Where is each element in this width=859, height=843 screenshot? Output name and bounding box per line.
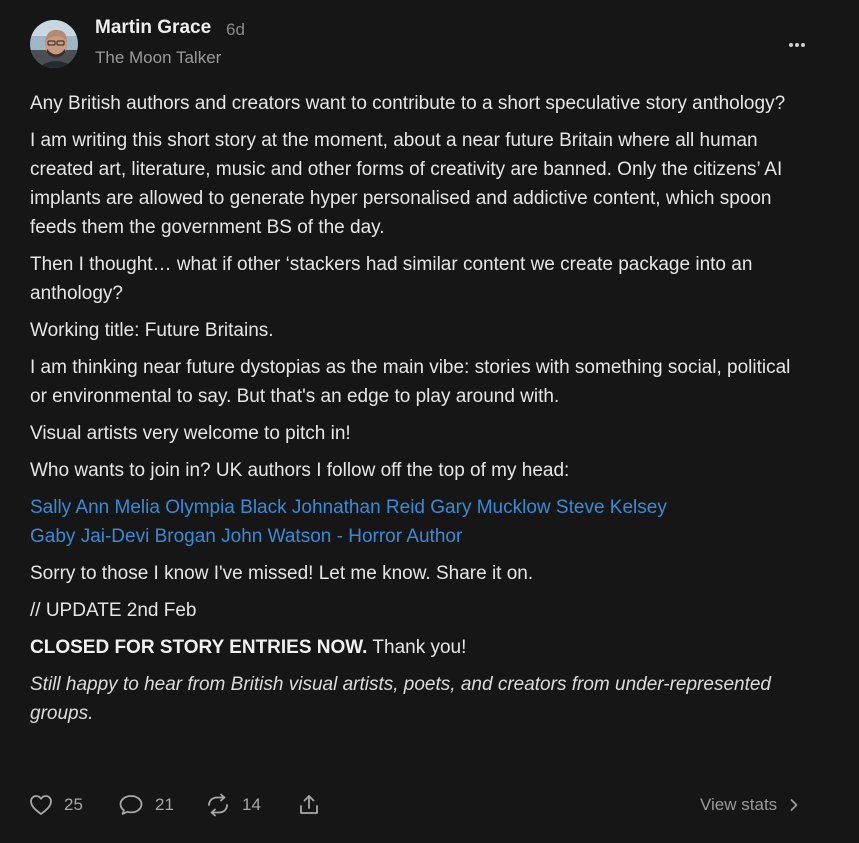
restack-arrows-icon xyxy=(208,793,228,817)
mention-link[interactable]: Gary Mucklow xyxy=(430,497,550,518)
mention-link[interactable]: Sally Ann Melia xyxy=(30,497,160,518)
author-name[interactable]: Martin Grace xyxy=(95,17,211,39)
like-count: 25 xyxy=(64,795,83,814)
paragraph-closed: CLOSED FOR STORY ENTRIES NOW. Thank you! xyxy=(30,633,800,662)
still-happy-text: Still happy to hear from British visual … xyxy=(30,674,771,724)
paragraph-vibe: I am thinking near future dystopias as t… xyxy=(30,357,791,407)
mention-link[interactable]: Steve Kelsey xyxy=(556,497,667,518)
restack-count: 14 xyxy=(242,795,261,814)
comment-bubble-icon xyxy=(119,795,143,815)
paragraph-update: // UPDATE 2nd Feb xyxy=(30,600,197,621)
mention-link[interactable]: Johnathan Reid xyxy=(292,497,425,518)
share-upload-icon xyxy=(300,795,318,814)
avatar[interactable] xyxy=(30,20,78,68)
paragraph-sorry: Sorry to those I know I've missed! Let m… xyxy=(30,563,534,584)
thank-you-text: Thank you! xyxy=(367,637,467,658)
view-stats-label: View stats xyxy=(700,795,778,814)
more-dots-icon xyxy=(789,43,805,47)
post-timestamp[interactable]: 6d xyxy=(226,20,245,40)
view-stats-link[interactable]: View stats xyxy=(700,788,799,822)
paragraph-anthology-idea: Then I thought… what if other ‘stackers … xyxy=(30,254,753,304)
comment-button[interactable]: 21 xyxy=(118,788,174,822)
action-bar: 25 21 14 View stats xyxy=(0,788,859,822)
paragraph-visual-artists: Visual artists very welcome to pitch in! xyxy=(30,423,351,444)
note-post: Martin Grace 6d The Moon Talker Any Brit… xyxy=(0,0,859,843)
avatar-photo xyxy=(30,20,78,68)
publication-name[interactable]: The Moon Talker xyxy=(95,48,221,68)
share-button[interactable] xyxy=(297,788,321,822)
mention-link[interactable]: Olympia Black xyxy=(165,497,286,518)
paragraph-who-wants: Who wants to join in? UK authors I follo… xyxy=(30,460,570,481)
paragraph-story-premise: I am writing this short story at the mom… xyxy=(30,130,783,238)
like-button[interactable]: 25 xyxy=(29,788,83,822)
more-options-button[interactable] xyxy=(778,30,816,60)
mention-link[interactable]: Gaby Jai-Devi Brogan xyxy=(30,526,216,547)
mention-link[interactable]: John Watson - Horror Author xyxy=(221,526,462,547)
paragraph-intro: Any British authors and creators want to… xyxy=(30,93,786,114)
paragraph-working-title: Working title: Future Britains. xyxy=(30,320,274,341)
restack-button[interactable]: 14 xyxy=(205,788,261,822)
comment-count: 21 xyxy=(155,795,174,814)
closed-notice: CLOSED FOR STORY ENTRIES NOW. xyxy=(30,637,368,658)
paragraph-still-happy: Still happy to hear from British visual … xyxy=(30,670,800,728)
chevron-right-icon xyxy=(790,799,798,811)
post-body: Any British authors and creators want to… xyxy=(30,89,800,736)
heart-icon xyxy=(30,795,52,815)
mentions-list: Sally Ann Melia Olympia Black Johnathan … xyxy=(30,493,800,551)
